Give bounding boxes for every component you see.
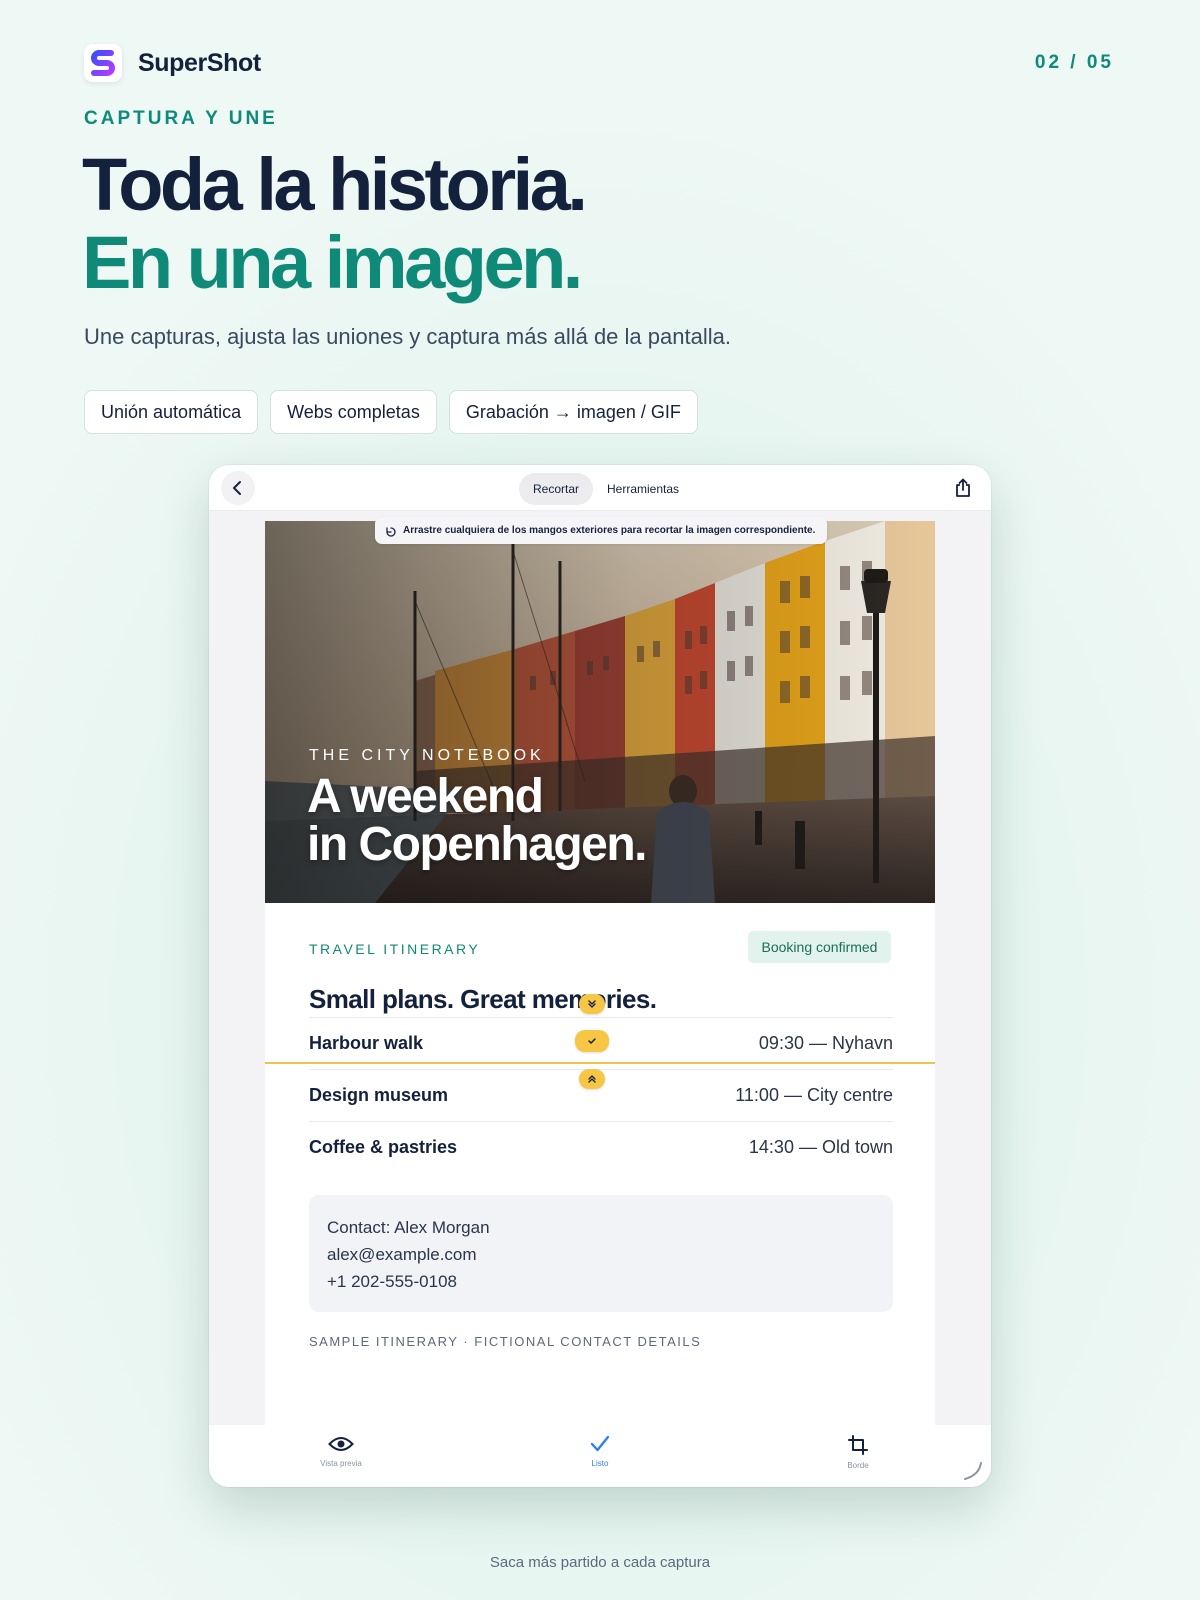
contact-email: alex@example.com [327, 1245, 477, 1264]
hero-title-line-1: A weekend [307, 770, 544, 823]
brand: SuperShot [84, 44, 261, 82]
chip-recording-to-gif: Grabación → imagen / GIF [448, 390, 698, 434]
row-time: 11:00 — City centre [735, 1085, 893, 1105]
table-row: Coffee & pastries 14:30 — Old town [309, 1121, 893, 1173]
page-indicator: 02 / 05 [1034, 52, 1114, 73]
contact-phone: +1 202-555-0108 [327, 1272, 457, 1291]
seam-confirm-handle[interactable] [575, 1030, 609, 1052]
crop-icon [848, 1435, 868, 1455]
row-name: Harbour walk [309, 1033, 424, 1053]
border-button[interactable]: Borde [803, 1435, 913, 1470]
headline-line-1: Toda la historia. [82, 143, 588, 226]
headline: Toda la historia. En una imagen. [82, 143, 588, 305]
border-label: Borde [847, 1461, 869, 1470]
itinerary-kicker: TRAVEL ITINERARY [309, 941, 481, 957]
status-badge: Booking confirmed [748, 931, 891, 963]
stitch-seam-line[interactable] [265, 1062, 935, 1064]
supershot-logo-icon [84, 44, 122, 82]
drag-hand-icon [386, 526, 396, 537]
chip-full-webpages: Webs completas [270, 390, 437, 434]
row-name: Coffee & pastries [309, 1137, 458, 1157]
tab-herramientas[interactable]: Herramientas [593, 473, 693, 505]
seam-handle-up[interactable] [579, 994, 605, 1014]
headline-line-2: En una imagen. [82, 221, 583, 305]
back-button[interactable] [221, 471, 255, 505]
hero-title-line-2: in Copenhagen. [307, 818, 648, 871]
chevron-double-up-icon [588, 1075, 596, 1083]
preview-button[interactable]: Vista previa [286, 1435, 396, 1468]
done-button[interactable]: Listo [545, 1435, 655, 1468]
eyebrow: CAPTURA Y UNE [84, 108, 278, 129]
hero-kicker: THE CITY NOTEBOOK [309, 747, 545, 764]
sample-footnote: SAMPLE ITINERARY · FICTIONAL CONTACT DET… [309, 1334, 702, 1349]
checkmark-icon [590, 1435, 610, 1452]
row-time: 14:30 — Old town [748, 1137, 893, 1157]
contact-name: Contact: Alex Morgan [327, 1218, 490, 1237]
chip-auto-stitch: Unión automática [84, 390, 259, 434]
share-icon [956, 478, 970, 497]
stitched-image-canvas: THE CITY NOTEBOOK A weekend in Copenhage… [265, 521, 935, 1425]
contact-card: Contact: Alex Morgan alex@example.com +1… [309, 1195, 893, 1312]
eye-icon [328, 1437, 354, 1451]
done-label: Listo [591, 1459, 609, 1468]
brand-name: SuperShot [138, 48, 261, 77]
chevron-double-down-icon [588, 1000, 596, 1008]
hero-photo: THE CITY NOTEBOOK A weekend in Copenhage… [265, 521, 935, 903]
crop-hint-text: Arrastre cualquiera de los mangos exteri… [403, 525, 816, 536]
resize-corner-icon[interactable] [961, 1459, 983, 1481]
editor-toolbar: Recortar Herramientas [209, 465, 991, 511]
mode-segmented-control: Recortar Herramientas [519, 473, 693, 505]
feature-chips: Unión automática Webs completas Grabació… [84, 390, 698, 434]
tab-recortar[interactable]: Recortar [519, 473, 594, 505]
share-button[interactable] [947, 472, 979, 504]
subtitle: Une capturas, ajusta las uniones y captu… [84, 324, 731, 349]
editor-bottom-toolbar: Vista previa Listo Borde [209, 1425, 991, 1487]
row-time: 09:30 — Nyhavn [758, 1033, 893, 1053]
crop-hint-tooltip: Arrastre cualquiera de los mangos exteri… [375, 517, 828, 544]
footer-tagline: Saca más partido a cada captura [489, 1554, 711, 1571]
seam-handle-down[interactable] [579, 1069, 605, 1089]
row-name: Design museum [309, 1085, 449, 1105]
checkmark-icon [588, 1038, 596, 1044]
preview-label: Vista previa [320, 1459, 362, 1468]
editor-window: Recortar Herramientas THE CITY NOTEBOOK … [209, 465, 991, 1487]
hero-title: A weekend in Copenhagen. [307, 770, 648, 871]
chevron-left-icon [233, 481, 241, 495]
